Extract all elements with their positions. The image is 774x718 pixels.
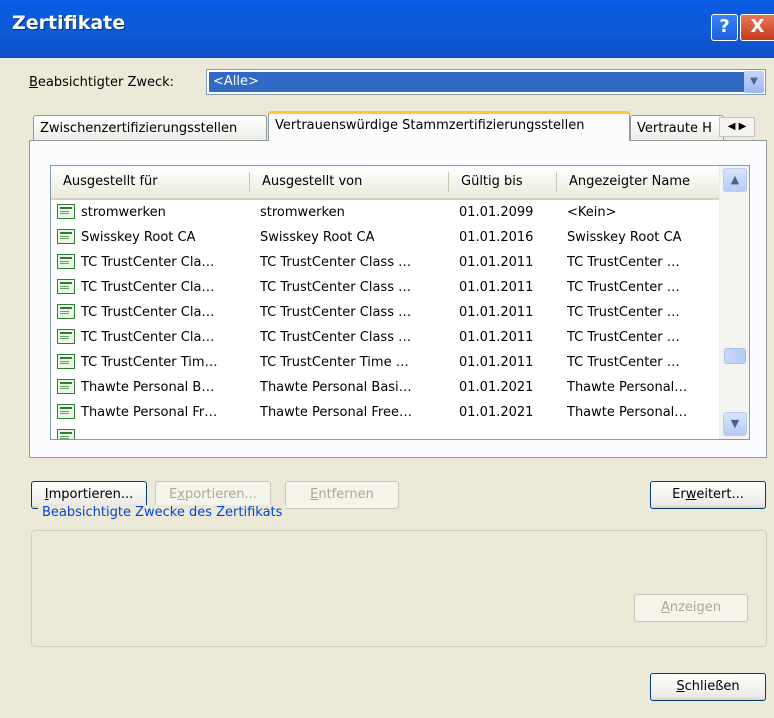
help-button[interactable]: ? bbox=[711, 14, 738, 41]
cell-issued-by: TC TrustCenter Class … bbox=[260, 330, 412, 345]
cell-valid-until: 01.01.2011 bbox=[459, 305, 534, 320]
purpose-selected-value: <Alle> bbox=[209, 72, 745, 92]
cell-issued-by: Thawte Personal Free… bbox=[260, 405, 412, 420]
certificate-icon bbox=[57, 204, 75, 219]
cell-issued-by: Swisskey Root CA bbox=[260, 230, 375, 245]
cell-display-name: TC TrustCenter … bbox=[567, 355, 680, 370]
certificate-icon bbox=[57, 429, 75, 439]
certificate-icon bbox=[57, 279, 75, 294]
vertical-scrollbar[interactable]: ▲ ▼ bbox=[719, 166, 749, 439]
cell-issued-to: TC TrustCenter Cla… bbox=[81, 255, 215, 270]
table-row-partial bbox=[51, 425, 719, 439]
certificate-icon bbox=[57, 329, 75, 344]
cell-valid-until: 01.01.2021 bbox=[459, 380, 534, 395]
certificate-icon bbox=[57, 254, 75, 269]
column-display-name[interactable]: Angezeigter Name bbox=[557, 166, 719, 198]
cell-issued-by: TC TrustCenter Class … bbox=[260, 280, 412, 295]
cell-issued-by: TC TrustCenter Time … bbox=[260, 355, 409, 370]
table-row[interactable]: TC TrustCenter Tim… TC TrustCenter Time …… bbox=[51, 350, 719, 375]
cell-issued-by: Thawte Personal Basi… bbox=[260, 380, 412, 395]
cell-issued-to: stromwerken bbox=[81, 205, 166, 220]
purpose-select[interactable]: <Alle> ▼ bbox=[206, 69, 766, 95]
table-row[interactable]: TC TrustCenter Cla… TC TrustCenter Class … bbox=[51, 325, 719, 350]
table-row[interactable]: Swisskey Root CA Swisskey Root CA 01.01.20… bbox=[51, 225, 719, 250]
cell-issued-to: Swisskey Root CA bbox=[81, 230, 196, 245]
close-window-button[interactable]: X bbox=[740, 14, 774, 41]
cell-display-name: TC TrustCenter … bbox=[567, 330, 680, 345]
cell-valid-until: 01.01.2011 bbox=[459, 330, 534, 345]
column-issued-to[interactable]: Ausgestellt für bbox=[51, 166, 249, 198]
cell-issued-by: TC TrustCenter Class … bbox=[260, 305, 412, 320]
cell-issued-to: Thawte Personal B… bbox=[81, 380, 215, 395]
scroll-thumb[interactable] bbox=[724, 348, 746, 364]
cell-issued-to: TC TrustCenter Tim… bbox=[81, 355, 218, 370]
purpose-label: Beabsichtigter Zweck: bbox=[29, 75, 175, 90]
cell-valid-until: 01.01.2021 bbox=[459, 405, 534, 420]
certificate-icon bbox=[57, 404, 75, 419]
column-issued-by[interactable]: Ausgestellt von bbox=[250, 166, 448, 198]
cell-display-name: TC TrustCenter … bbox=[567, 255, 680, 270]
close-button[interactable]: Schließen bbox=[650, 673, 766, 701]
certificate-purposes-group bbox=[31, 530, 767, 647]
remove-button[interactable]: Entfernen bbox=[285, 481, 399, 509]
tab-scroll-arrows[interactable]: ◀ ▶ bbox=[719, 117, 755, 137]
scroll-down-icon[interactable]: ▼ bbox=[723, 412, 747, 436]
column-valid-until[interactable]: Gültig bis bbox=[449, 166, 557, 198]
cell-issued-by: TC TrustCenter Class … bbox=[260, 255, 412, 270]
advanced-button[interactable]: Erweitert... bbox=[650, 481, 766, 509]
cell-valid-until: 01.01.2016 bbox=[459, 230, 534, 245]
chevron-down-icon[interactable]: ▼ bbox=[744, 71, 764, 93]
cell-valid-until: 01.01.2011 bbox=[459, 355, 534, 370]
window-title: Zertifikate bbox=[12, 12, 126, 34]
tab-trusted-root-cas[interactable]: Vertrauenswürdige Stammzertifizierungsst… bbox=[268, 111, 630, 141]
table-row[interactable]: TC TrustCenter Cla… TC TrustCenter Class … bbox=[51, 250, 719, 275]
cell-issued-to: TC TrustCenter Cla… bbox=[81, 305, 215, 320]
cell-display-name: Thawte Personal… bbox=[567, 380, 688, 395]
cell-valid-until: 01.01.2099 bbox=[459, 205, 534, 220]
table-row[interactable]: Thawte Personal Fr… Thawte Personal Free…… bbox=[51, 400, 719, 425]
cell-valid-until: 01.01.2011 bbox=[459, 280, 534, 295]
scroll-up-icon[interactable]: ▲ bbox=[723, 168, 747, 192]
cell-valid-until: 01.01.2011 bbox=[459, 255, 534, 270]
title-bar: Zertifikate ? X bbox=[0, 0, 774, 58]
cell-display-name: <Kein> bbox=[567, 205, 617, 220]
tab-intermediate-cas[interactable]: Zwischenzertifizierungsstellen bbox=[33, 115, 267, 141]
view-button[interactable]: Anzeigen bbox=[634, 594, 748, 622]
cell-display-name: Swisskey Root CA bbox=[567, 230, 682, 245]
certificate-icon bbox=[57, 379, 75, 394]
list-header: Ausgestellt für Ausgestellt von Gültig b… bbox=[51, 166, 719, 200]
cell-issued-to: Thawte Personal Fr… bbox=[81, 405, 218, 420]
cell-display-name: Thawte Personal… bbox=[567, 405, 688, 420]
table-row[interactable]: Thawte Personal B… Thawte Personal Basi… 0… bbox=[51, 375, 719, 400]
cell-issued-to: TC TrustCenter Cla… bbox=[81, 330, 215, 345]
list-rows: stromwerken stromwerken 01.01.2099 <Kein> Sw… bbox=[51, 200, 719, 439]
table-row[interactable]: TC TrustCenter Cla… TC TrustCenter Class … bbox=[51, 300, 719, 325]
certificate-icon bbox=[57, 354, 75, 369]
tab-trusted-publishers[interactable]: Vertraute H bbox=[630, 115, 724, 141]
certificate-icon bbox=[57, 304, 75, 319]
cell-display-name: TC TrustCenter … bbox=[567, 305, 680, 320]
table-row[interactable]: TC TrustCenter Cla… TC TrustCenter Class … bbox=[51, 275, 719, 300]
cell-issued-by: stromwerken bbox=[260, 205, 345, 220]
certificate-icon bbox=[57, 229, 75, 244]
certificate-list[interactable]: Ausgestellt für Ausgestellt von Gültig b… bbox=[50, 165, 750, 440]
cell-issued-to: TC TrustCenter Cla… bbox=[81, 280, 215, 295]
cell-display-name: TC TrustCenter … bbox=[567, 280, 680, 295]
table-row[interactable]: stromwerken stromwerken 01.01.2099 <Kein> bbox=[51, 200, 719, 225]
certificate-purposes-label: Beabsichtigte Zwecke des Zertifikats bbox=[38, 505, 287, 520]
